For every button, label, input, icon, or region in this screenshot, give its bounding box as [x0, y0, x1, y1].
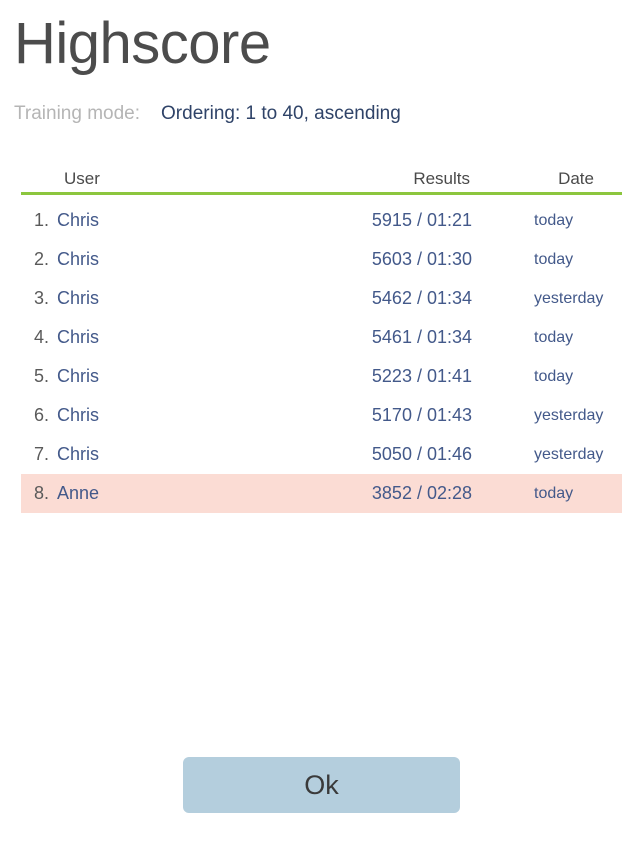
row-date: today: [534, 367, 574, 385]
row-user: Chris: [57, 405, 100, 425]
table-row[interactable]: 5. Chris 5223 / 01:41 today: [21, 357, 622, 396]
row-user: Chris: [57, 444, 100, 464]
row-rank: 7.: [33, 444, 49, 464]
table-row[interactable]: 2. Chris 5603 / 01:30 today: [21, 240, 622, 279]
row-date: today: [534, 250, 574, 268]
table-row[interactable]: 3. Chris 5462 / 01:34 yesterday: [21, 279, 622, 318]
row-date: today: [534, 328, 574, 346]
table-header-row: User Results Date: [21, 166, 622, 195]
row-results: 5223 / 01:41: [371, 366, 472, 386]
column-header-results: Results: [413, 169, 470, 188]
row-rank: 3.: [33, 288, 49, 308]
row-date: yesterday: [534, 289, 604, 307]
column-header-user: User: [64, 169, 100, 188]
table-row[interactable]: 1. Chris 5915 / 01:21 today: [21, 201, 622, 240]
row-results: 5915 / 01:21: [371, 210, 472, 230]
row-date: today: [534, 484, 574, 502]
row-results: 5461 / 01:34: [371, 327, 472, 347]
table-row[interactable]: 7. Chris 5050 / 01:46 yesterday: [21, 435, 622, 474]
row-user: Chris: [57, 249, 100, 269]
row-user: Chris: [57, 366, 100, 386]
highscore-screen: Highscore Training mode: Ordering: 1 to …: [0, 0, 643, 857]
row-results: 5170 / 01:43: [371, 405, 472, 425]
training-mode-label: Training mode:: [14, 103, 141, 124]
ok-button[interactable]: Ok: [183, 757, 460, 813]
table-row[interactable]: 4. Chris 5461 / 01:34 today: [21, 318, 622, 357]
row-results: 5050 / 01:46: [371, 444, 472, 464]
training-mode-row: Training mode: Ordering: 1 to 40, ascend…: [14, 100, 401, 128]
training-mode-value: Ordering: 1 to 40, ascending: [161, 103, 401, 124]
row-rank: 5.: [33, 366, 49, 386]
row-rank: 8.: [33, 483, 49, 503]
highscore-table: User Results Date 1. Chris 5915 / 01:21 tod…: [21, 166, 622, 513]
row-date: yesterday: [534, 445, 604, 463]
table-row[interactable]: 8. Anne 3852 / 02:28 today: [21, 474, 622, 513]
row-user: Chris: [57, 327, 100, 347]
row-results: 3852 / 02:28: [371, 483, 472, 503]
row-date: today: [534, 211, 574, 229]
row-rank: 6.: [33, 405, 49, 425]
row-results: 5603 / 01:30: [371, 249, 472, 269]
column-header-date: Date: [558, 169, 594, 188]
table-row[interactable]: 6. Chris 5170 / 01:43 yesterday: [21, 396, 622, 435]
row-rank: 2.: [33, 249, 49, 269]
table-body: 1. Chris 5915 / 01:21 today 2. Chris 5603 / 01…: [21, 201, 622, 513]
row-rank: 4.: [33, 327, 49, 347]
row-user: Anne: [57, 483, 100, 503]
row-user: Chris: [57, 210, 100, 230]
row-rank: 1.: [33, 210, 49, 230]
row-date: yesterday: [534, 406, 604, 424]
row-user: Chris: [57, 288, 100, 308]
page-title: Highscore: [14, 11, 271, 76]
row-results: 5462 / 01:34: [371, 288, 472, 308]
